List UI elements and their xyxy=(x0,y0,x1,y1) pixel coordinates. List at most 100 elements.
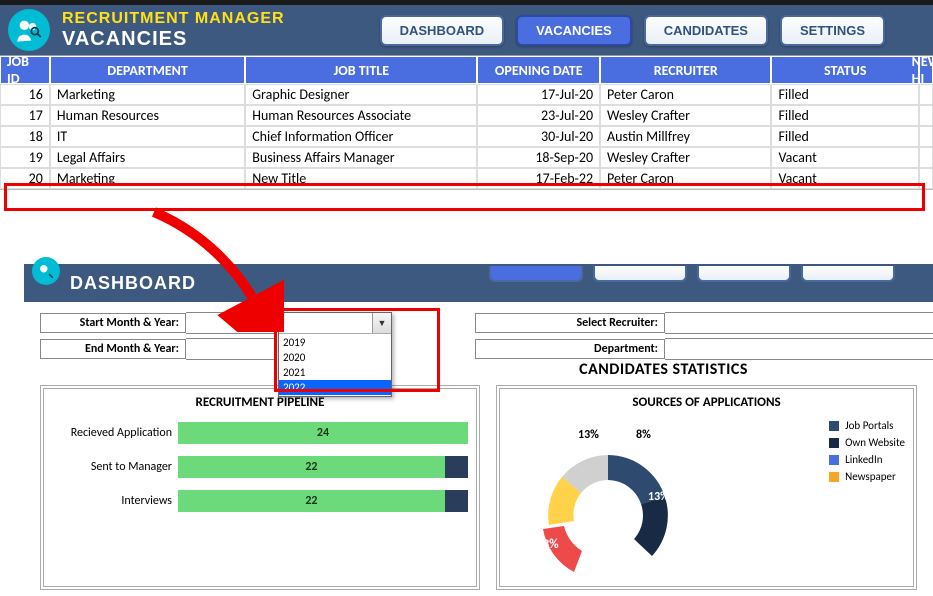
app-logo-small xyxy=(32,257,60,285)
slice-label: 8% xyxy=(636,428,651,442)
cell-new-hire xyxy=(919,126,933,147)
slice-label: 13% xyxy=(578,428,599,442)
pipeline-bar: Sent to Manager 22 xyxy=(52,456,468,478)
table-row[interactable]: 17Human ResourcesHuman Resources Associa… xyxy=(0,105,933,126)
year-option[interactable]: 2020 xyxy=(279,350,391,365)
app-title: RECRUITMENT MANAGER xyxy=(62,10,285,28)
header: RECRUITMENT MANAGER VACANCIES DASHBOARD … xyxy=(0,5,933,56)
legend-item: Newspaper xyxy=(829,470,905,483)
cell-job-title: New Title xyxy=(245,168,477,189)
cell-new-hire xyxy=(919,147,933,168)
year-dropdown-input[interactable] xyxy=(279,313,372,333)
legend-swatch xyxy=(829,438,839,448)
cell-recruiter: Peter Caron xyxy=(600,84,771,105)
bar-fill: 24 xyxy=(178,422,468,444)
sources-panel: SOURCES OF APPLICATIONS 13% 8% 13% 13% xyxy=(496,385,917,590)
col-status: STATUS xyxy=(771,56,919,84)
cell-job-id: 16 xyxy=(0,84,50,105)
cell-opening-date: 17-Jul-20 xyxy=(477,84,600,105)
nav-candidates[interactable]: CANDIDATES xyxy=(644,15,768,46)
nav-settings[interactable]: SETTINGS xyxy=(780,15,885,46)
nav-dashboard[interactable]: DASHBOARD xyxy=(380,15,505,46)
col-department: DEPARTMENT xyxy=(50,56,245,84)
col-job-id: JOB ID xyxy=(0,56,50,84)
cell-department: Marketing xyxy=(50,84,245,105)
recruiter-input[interactable] xyxy=(665,312,933,334)
bar-fill: 22 xyxy=(178,456,445,478)
page-title: VACANCIES xyxy=(62,28,285,51)
col-new-hire: NEW HI xyxy=(919,56,933,84)
col-recruiter: RECRUITER xyxy=(600,56,771,84)
cell-opening-date: 23-Jul-20 xyxy=(477,105,600,126)
nav-vacancies[interactable]: VACANCIES xyxy=(516,15,632,46)
department-label: Department: xyxy=(475,339,665,359)
table-row[interactable]: 19Legal AffairsBusiness Affairs Manager1… xyxy=(0,147,933,168)
year-dropdown[interactable]: ▼ 2019202020212022 xyxy=(278,312,392,397)
legend-swatch xyxy=(829,421,839,431)
cell-department: Human Resources xyxy=(50,105,245,126)
dash-nav-stub[interactable] xyxy=(489,266,583,282)
legend-item: Own Website xyxy=(829,436,905,449)
cell-job-id: 18 xyxy=(0,126,50,147)
cell-recruiter: Austin Millfrey xyxy=(600,126,771,147)
table-row[interactable]: 18ITChief Information Officer30-Jul-20Au… xyxy=(0,126,933,147)
cell-job-title: Chief Information Officer xyxy=(245,126,477,147)
dash-nav-stubs xyxy=(489,266,895,282)
year-option[interactable]: 2021 xyxy=(279,365,391,380)
cell-job-title: Graphic Designer xyxy=(245,84,477,105)
sources-legend: Job Portals Own Website LinkedIn Newspaper xyxy=(829,415,905,487)
bar-label: Sent to Manager xyxy=(52,460,178,474)
cell-opening-date: 30-Jul-20 xyxy=(477,126,600,147)
callout-arrow xyxy=(144,202,284,332)
col-job-title: JOB TITLE xyxy=(245,56,477,84)
pipeline-title: RECRUITMENT PIPELINE xyxy=(52,395,468,410)
chevron-down-icon[interactable]: ▼ xyxy=(372,313,391,333)
cell-status: Filled xyxy=(771,126,919,147)
sources-title: SOURCES OF APPLICATIONS xyxy=(508,395,905,410)
cell-job-title: Human Resources Associate xyxy=(245,105,477,126)
pipeline-bar: Recieved Application24 xyxy=(52,422,468,444)
table-header: JOB ID DEPARTMENT JOB TITLE OPENING DATE… xyxy=(0,56,933,84)
bar-value: 22 xyxy=(305,460,317,474)
cell-status: Filled xyxy=(771,84,919,105)
cell-opening-date: 18-Sep-20 xyxy=(477,147,600,168)
nav-tabs: DASHBOARD VACANCIES CANDIDATES SETTINGS xyxy=(380,15,885,46)
legend-item: LinkedIn xyxy=(829,453,905,466)
dash-nav-stub[interactable] xyxy=(801,266,895,282)
table-row[interactable]: 20MarketingNew Title17-Feb-22Peter Caron… xyxy=(0,168,933,189)
legend-label: Newspaper xyxy=(845,470,896,483)
bar-label: Recieved Application xyxy=(52,426,178,440)
col-opening-date: OPENING DATE xyxy=(477,56,600,84)
cell-department: Marketing xyxy=(50,168,245,189)
department-input[interactable] xyxy=(665,338,933,360)
cell-new-hire xyxy=(919,168,933,189)
recruiter-label: Select Recruiter: xyxy=(475,313,665,333)
dash-nav-stub[interactable] xyxy=(697,266,791,282)
legend-swatch xyxy=(829,472,839,482)
end-year-label: End Month & Year: xyxy=(40,339,186,359)
bar-label: Interviews xyxy=(52,494,178,508)
cell-job-title: Business Affairs Manager xyxy=(245,147,477,168)
table-body: 16MarketingGraphic Designer17-Jul-20Pete… xyxy=(0,84,933,190)
table-row[interactable]: 16MarketingGraphic Designer17-Jul-20Pete… xyxy=(0,84,933,105)
legend-swatch xyxy=(829,455,839,465)
cell-department: IT xyxy=(50,126,245,147)
app-logo xyxy=(8,9,50,51)
slice-label: 13% xyxy=(536,537,559,552)
year-option[interactable]: 2019 xyxy=(279,335,391,350)
cell-status: Vacant xyxy=(771,168,919,189)
year-option[interactable]: 2022 xyxy=(279,380,391,395)
cell-recruiter: Wesley Crafter xyxy=(600,147,771,168)
end-year-input[interactable] xyxy=(186,338,275,360)
cell-department: Legal Affairs xyxy=(50,147,245,168)
slice-label: 13% xyxy=(648,490,669,504)
legend-label: Own Website xyxy=(845,436,905,449)
cell-recruiter: Wesley Crafter xyxy=(600,105,771,126)
cell-opening-date: 17-Feb-22 xyxy=(477,168,600,189)
pipeline-panel: RECRUITMENT PIPELINE Recieved Applicatio… xyxy=(40,385,480,590)
cell-status: Vacant xyxy=(771,147,919,168)
legend-label: Job Portals xyxy=(845,419,893,432)
dash-nav-stub[interactable] xyxy=(593,266,687,282)
cell-job-id: 17 xyxy=(0,105,50,126)
cell-job-id: 20 xyxy=(0,168,50,189)
